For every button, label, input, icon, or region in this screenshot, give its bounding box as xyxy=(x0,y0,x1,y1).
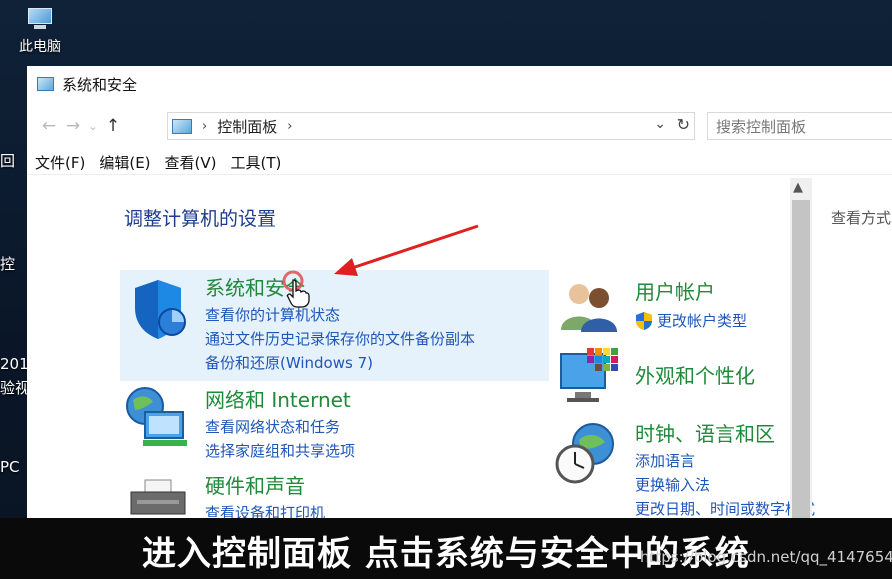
watermark: https://blog.csdn.net/qq_41476542 xyxy=(640,548,892,566)
hand-cursor-icon xyxy=(286,279,310,308)
annotation-arrow-icon xyxy=(282,224,479,292)
